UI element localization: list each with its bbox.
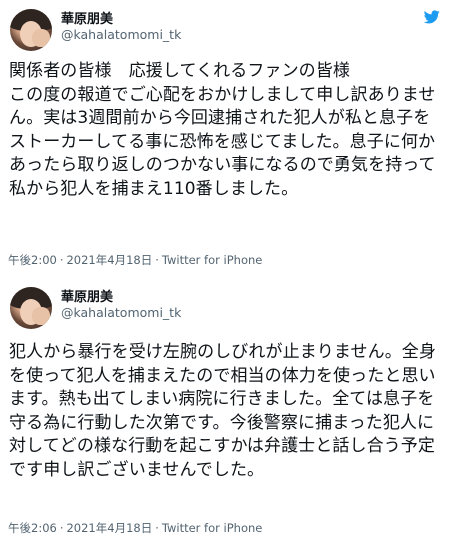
user-handle[interactable]: @kahalatomomi_tk <box>61 27 181 42</box>
tweet-time-link[interactable]: 午後2:06 <box>8 521 57 535</box>
tweet-meta: 午後2:00 · 2021年4月18日 · Twitter for iPhone <box>8 252 262 268</box>
meta-separator: · <box>155 521 159 535</box>
tweet-date-link[interactable]: 2021年4月18日 <box>66 521 152 535</box>
avatar[interactable] <box>10 9 52 51</box>
tweet-date-link[interactable]: 2021年4月18日 <box>66 253 152 267</box>
tweet-source-link[interactable]: Twitter for iPhone <box>162 521 263 535</box>
tweet-time-link[interactable]: 午後2:00 <box>8 253 57 267</box>
display-name[interactable]: 華原朋美 <box>61 8 113 27</box>
meta-separator: · <box>59 253 64 267</box>
tweet-text: 関係者の皆様 応援してくれるファンの皆様 この度の報道でご心配をおかけしまして申… <box>9 61 436 199</box>
tweet-card: 華原朋美 @kahalatomomi_tk 関係者の皆様 応援してくれるファンの… <box>0 0 450 276</box>
tweet-source-link[interactable]: Twitter for iPhone <box>162 253 263 267</box>
twitter-bird-icon[interactable] <box>424 10 440 24</box>
tweet-meta: 午後2:06 · 2021年4月18日 · Twitter for iPhone <box>8 520 262 536</box>
meta-separator: · <box>155 253 159 267</box>
avatar[interactable] <box>10 287 52 329</box>
user-handle[interactable]: @kahalatomomi_tk <box>61 305 181 320</box>
meta-separator: · <box>59 521 64 535</box>
tweet-card: 華原朋美 @kahalatomomi_tk 犯人から暴行を受け左腕のしびれが止ま… <box>0 276 450 539</box>
display-name[interactable]: 華原朋美 <box>61 286 113 305</box>
tweet-text: 犯人から暴行を受け左腕のしびれが止まりません。全身を使って犯人を捕まえたので相当… <box>9 342 436 480</box>
